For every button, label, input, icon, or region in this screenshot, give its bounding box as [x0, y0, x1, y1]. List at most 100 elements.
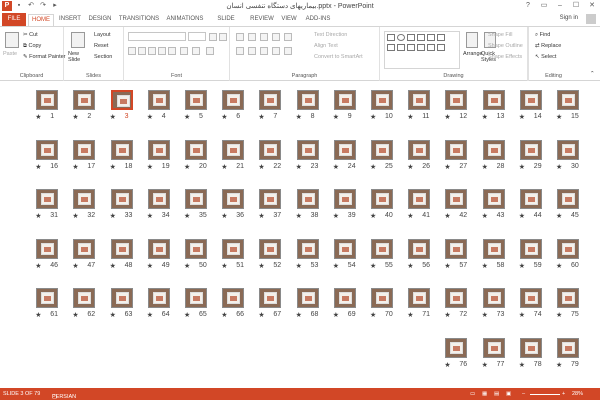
text-direction-button[interactable]: Text Direction	[314, 32, 347, 38]
shape-outline-label[interactable]: Shape Outline	[488, 43, 523, 49]
slide-thumbnail[interactable]: ★ 16	[35, 139, 59, 171]
slide-thumbnail[interactable]: ★ 40	[370, 189, 393, 220]
tab-design[interactable]: DESIGN	[86, 14, 114, 26]
lightning-shape-icon[interactable]	[437, 44, 445, 51]
font-color-icon[interactable]	[206, 47, 214, 55]
slide-thumbnail[interactable]: ★ 26	[407, 139, 431, 171]
columns-icon[interactable]	[284, 47, 292, 55]
minimize-button[interactable]: –	[552, 0, 568, 12]
slide-preview[interactable]	[519, 139, 542, 160]
slide-preview[interactable]	[296, 288, 319, 309]
slide-preview[interactable]	[519, 338, 542, 358]
tab-home[interactable]: HOME	[28, 14, 54, 26]
slide-thumbnail[interactable]: ★ 25	[370, 139, 393, 171]
slide-preview[interactable]	[73, 139, 96, 160]
slide-thumbnail[interactable]: ★ 24	[333, 139, 356, 171]
slide-thumbnail[interactable]: ★ 38	[296, 189, 319, 220]
tab-transitions[interactable]: TRANSITIONS	[117, 14, 161, 26]
underline-icon[interactable]	[148, 47, 156, 55]
rectangle-shape-icon[interactable]	[387, 34, 395, 41]
slide-preview[interactable]	[185, 238, 207, 259]
slide-thumbnail[interactable]: ★ 70	[370, 288, 393, 319]
slide-preview[interactable]	[557, 338, 579, 358]
slide-thumbnail[interactable]: ★ 78	[519, 338, 542, 369]
slide-thumbnail[interactable]: ★ 39	[333, 189, 356, 220]
oval-shape-icon[interactable]	[397, 34, 405, 41]
cut-button[interactable]: ✂ Cut	[23, 32, 38, 38]
slide-preview[interactable]	[185, 189, 207, 210]
font-size-field[interactable]	[188, 32, 206, 41]
slide-preview[interactable]	[482, 238, 505, 259]
slide-preview[interactable]	[296, 189, 319, 210]
heart-shape-icon[interactable]	[427, 44, 435, 51]
brace-shape-icon[interactable]	[397, 44, 405, 51]
slide-preview[interactable]	[73, 238, 96, 259]
slide-preview[interactable]	[445, 90, 468, 110]
slide-thumbnail[interactable]: ★ 55	[370, 238, 393, 270]
slide-preview[interactable]	[333, 288, 356, 309]
format-painter-button[interactable]: ✎ Format Painter	[23, 54, 66, 60]
star-shape-icon[interactable]	[437, 34, 445, 41]
slide-thumbnail[interactable]: ★ 19	[147, 139, 170, 171]
section-button[interactable]: Section	[94, 54, 112, 60]
slide-thumbnail[interactable]: ★ 2	[72, 90, 96, 121]
slide-preview[interactable]	[110, 139, 133, 160]
slide-thumbnail[interactable]: ★ 27	[444, 139, 468, 171]
slide-preview[interactable]	[259, 90, 282, 110]
slide-thumbnail[interactable]: ★ 32	[72, 189, 96, 220]
slide-preview[interactable]	[147, 189, 170, 210]
slide-preview[interactable]	[445, 189, 468, 210]
slide-preview[interactable]	[222, 90, 245, 110]
slide-preview[interactable]	[557, 189, 579, 210]
slide-preview[interactable]	[371, 189, 393, 210]
slide-preview[interactable]	[73, 90, 96, 110]
justify-icon[interactable]	[272, 47, 280, 55]
slide-preview[interactable]	[371, 90, 393, 110]
slide-thumbnail[interactable]: ★ 36	[221, 189, 245, 220]
slide-thumbnail[interactable]: ★ 64	[147, 288, 170, 319]
slide-preview[interactable]	[259, 238, 282, 259]
slide-preview[interactable]	[147, 288, 170, 309]
slide-thumbnail[interactable]: ★ 45	[556, 189, 579, 220]
slide-preview[interactable]	[222, 189, 245, 210]
copy-button[interactable]: ⧉ Copy	[23, 43, 41, 50]
strikethrough-icon[interactable]	[168, 47, 176, 55]
slide-thumbnail[interactable]: ★ 51	[221, 238, 245, 270]
close-button[interactable]: ✕	[584, 0, 600, 12]
slide-thumbnail[interactable]: ★ 74	[519, 288, 542, 319]
zoom-slider[interactable]	[530, 394, 560, 395]
slide-preview[interactable]	[445, 338, 468, 358]
increase-font-icon[interactable]	[209, 33, 217, 41]
align-right-icon[interactable]	[260, 47, 268, 55]
slide-thumbnail[interactable]: ★ 49	[147, 238, 170, 270]
slide-thumbnail[interactable]: ★ 17	[72, 139, 96, 171]
slide-thumbnail[interactable]: ★ 35	[184, 189, 207, 220]
slide-thumbnail[interactable]: ★ 48	[110, 238, 133, 270]
reset-button[interactable]: Reset	[94, 43, 108, 49]
slide-thumbnail[interactable]: ★ 73	[482, 288, 505, 319]
slide-preview[interactable]	[519, 238, 542, 259]
slide-preview[interactable]	[259, 139, 282, 160]
slide-thumbnail[interactable]: ★ 52	[258, 238, 282, 270]
slide-preview[interactable]	[333, 189, 356, 210]
slide-thumbnail[interactable]: ★ 3	[110, 90, 133, 121]
slide-thumbnail[interactable]: ★ 79	[556, 338, 579, 369]
triangle-shape-icon[interactable]	[427, 34, 435, 41]
select-button[interactable]: ↖ Select	[535, 54, 556, 60]
slide-thumbnail[interactable]: ★ 21	[221, 139, 245, 171]
slide-thumbnail[interactable]: ★ 67	[258, 288, 282, 319]
slide-thumbnail[interactable]: ★ 18	[110, 139, 133, 171]
zoom-out-button[interactable]: –	[522, 391, 525, 397]
layout-button[interactable]: Layout	[94, 32, 111, 38]
slide-preview[interactable]	[333, 139, 356, 160]
slide-preview[interactable]	[110, 238, 133, 259]
avatar[interactable]	[586, 14, 596, 24]
slide-thumbnail[interactable]: ★ 31	[35, 189, 59, 220]
slide-preview[interactable]	[36, 139, 59, 160]
slide-preview[interactable]	[482, 288, 505, 309]
slide-preview[interactable]	[408, 238, 431, 259]
new-slide-button[interactable]: New Slide	[68, 51, 92, 63]
slide-thumbnail[interactable]: ★ 11	[407, 90, 431, 121]
slide-preview[interactable]	[73, 189, 96, 210]
slide-preview[interactable]	[557, 238, 579, 259]
